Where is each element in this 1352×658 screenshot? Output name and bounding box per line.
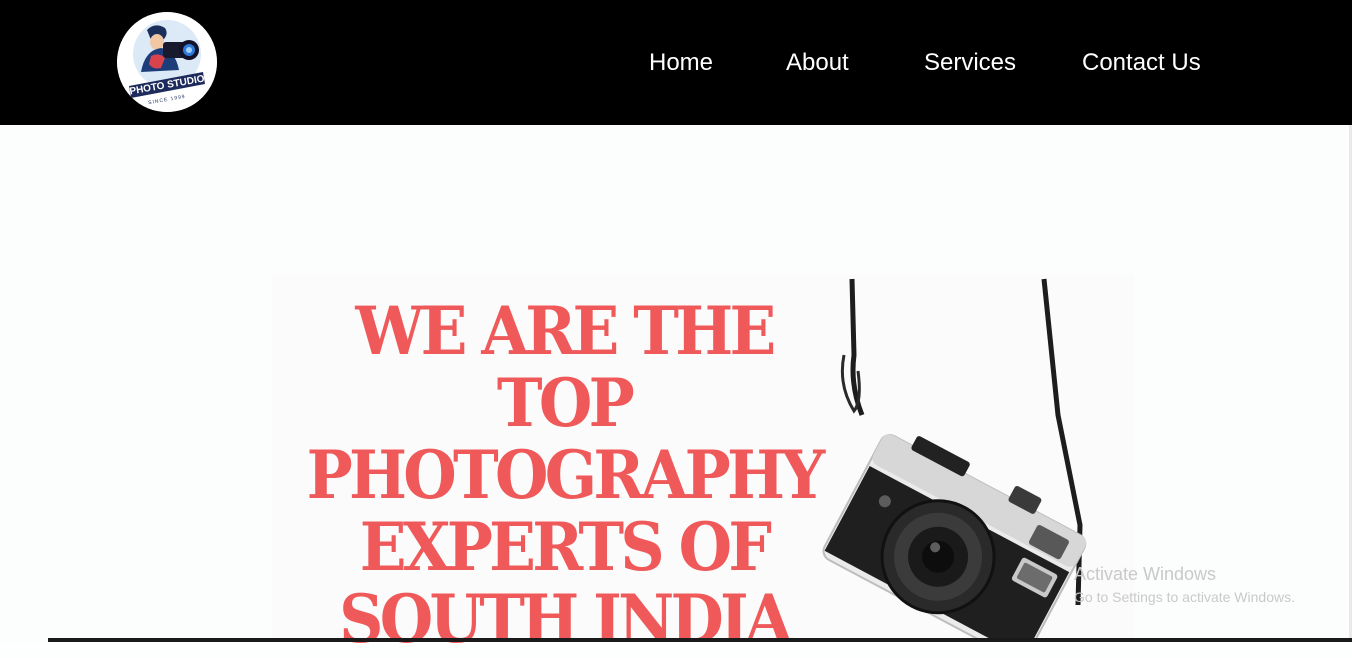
headline-line: SOUTH INDIA [339,580,793,658]
nav-link-about[interactable]: About [786,46,849,80]
headline-line: WE ARE THE [355,292,776,370]
nav-link-contact-us[interactable]: Contact Us [1082,46,1201,80]
navbar: PHOTO STUDIO SINCE 1999 Home About Servi… [0,0,1352,125]
hero-section: WE ARE THE TOP PHOTOGRAPHY EXPERTS OF SO… [0,125,1352,655]
headline-line: TOP [496,364,635,442]
watermark-subtitle: Go to Settings to activate Windows. [1074,589,1295,605]
bottom-border [48,638,1352,642]
activate-windows-watermark: Activate Windows Go to Settings to activ… [1074,563,1295,607]
nav-link-services[interactable]: Services [924,46,1016,80]
nav-links: Home About Services Contact Us [0,0,1352,125]
nav-link-home[interactable]: Home [649,46,713,80]
vintage-camera-icon [822,278,1087,642]
watermark-title: Activate Windows [1074,564,1217,584]
headline-line: PHOTOGRAPHY [306,436,826,514]
headline-line: EXPERTS OF [359,508,772,586]
hero-headline: WE ARE THE TOP PHOTOGRAPHY EXPERTS OF SO… [292,295,835,655]
